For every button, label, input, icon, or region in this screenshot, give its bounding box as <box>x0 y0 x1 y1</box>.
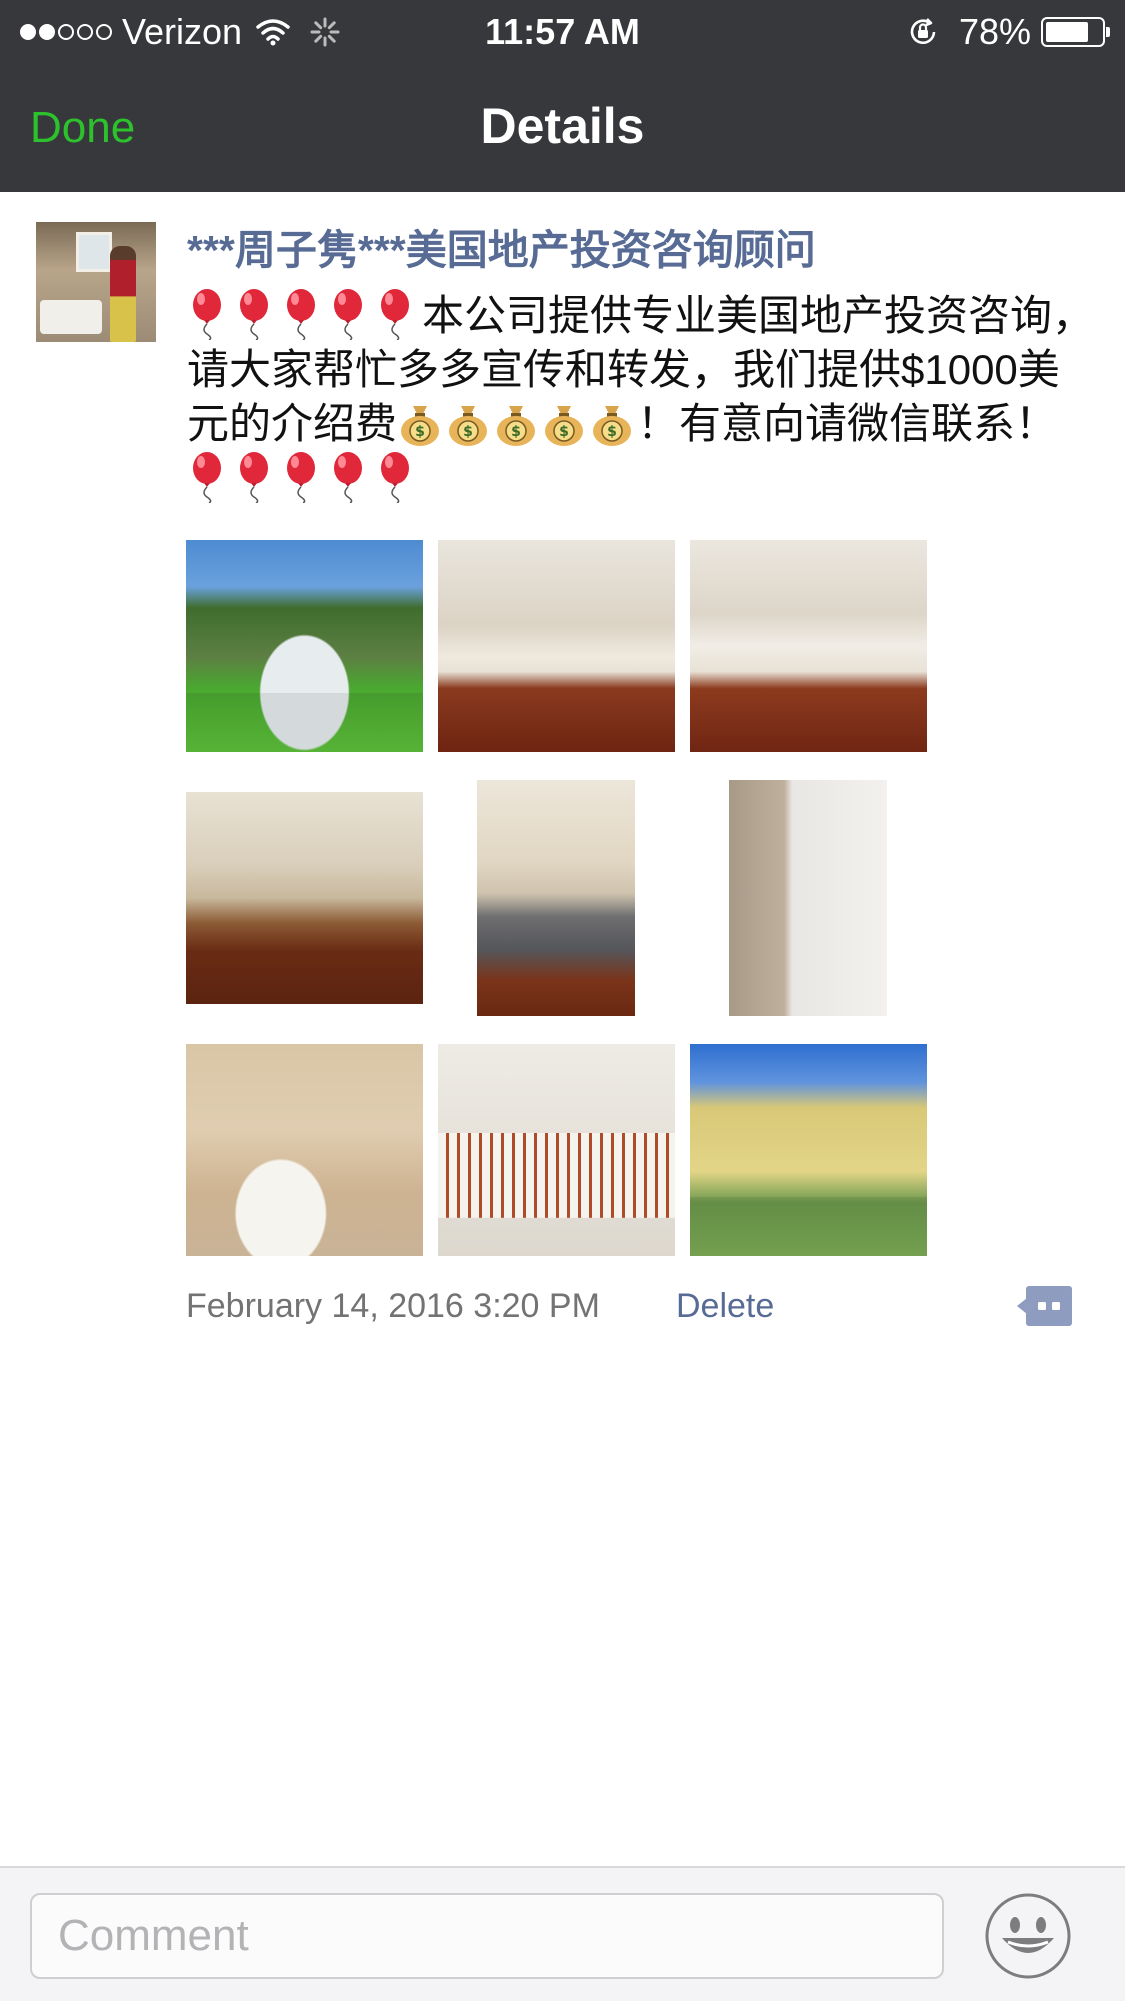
comment-input[interactable] <box>30 1893 944 1979</box>
battery-level-fill <box>1046 22 1089 42</box>
battery-nub <box>1106 27 1110 37</box>
moneybag-icon: $ <box>445 400 491 446</box>
status-right: 78% <box>907 10 1110 54</box>
balloon-emoji-group <box>187 289 422 341</box>
comment-action-icon[interactable] <box>1016 1284 1074 1328</box>
avatar[interactable] <box>36 222 156 342</box>
photo-bathroom-tub[interactable] <box>186 1044 423 1256</box>
photo-bathroom-shower[interactable] <box>729 780 887 1016</box>
balloon-icon <box>281 451 321 504</box>
balloon-icon <box>187 288 227 341</box>
moneybag-icon: $ <box>541 400 587 446</box>
photo-grid <box>186 540 928 1256</box>
balloon-icon <box>375 288 415 341</box>
svg-text:$: $ <box>559 424 569 440</box>
svg-text:$: $ <box>463 424 473 440</box>
avatar-person <box>110 246 136 342</box>
post-author-name[interactable]: ***周子隽***美国地产投资咨询顾问 <box>187 222 1087 278</box>
battery-percentage: 78% <box>958 11 1031 52</box>
top-bar: Verizon 11:57 AM 78% Done Details <box>0 0 1125 192</box>
balloon-icon <box>328 451 368 504</box>
photo-kitchen-range[interactable] <box>477 780 635 1016</box>
post-timestamp: February 14, 2016 3:20 PM <box>186 1287 600 1325</box>
photo-kitchen-wide[interactable] <box>690 540 927 752</box>
smiley-face-icon[interactable] <box>984 1892 1072 1980</box>
balloon-icon <box>187 451 227 504</box>
photo-kitchen-island[interactable] <box>438 540 675 752</box>
svg-text:$: $ <box>511 424 521 440</box>
photo-kitchen-counter[interactable] <box>186 792 423 1004</box>
balloon-icon <box>281 288 321 341</box>
moneybag-emoji-group: $ $ $ $ $ <box>397 400 637 447</box>
comment-bar <box>0 1866 1125 2001</box>
page-title: Details <box>480 98 645 154</box>
post-text: 本公司提供专业美国地产投资咨询，请大家帮忙多多宣传和转发，我们提供$1000美元… <box>187 288 1095 506</box>
post-text-part2: ！有意向请微信联系！ <box>637 400 1058 447</box>
balloon-icon <box>234 451 274 504</box>
photo-house-exterior-back[interactable] <box>690 1044 927 1256</box>
avatar-window <box>76 232 112 272</box>
rotation-lock-icon <box>910 18 936 45</box>
balloon-emoji-group <box>187 452 422 504</box>
photo-shade <box>186 692 423 752</box>
battery-icon <box>1041 17 1110 47</box>
delete-button[interactable]: Delete <box>676 1284 774 1328</box>
balloon-icon <box>234 288 274 341</box>
svg-text:$: $ <box>607 424 617 440</box>
moneybag-icon: $ <box>397 400 443 446</box>
balloon-icon <box>375 451 415 504</box>
balloon-icon <box>328 288 368 341</box>
avatar-bathtub <box>40 300 102 334</box>
moneybag-icon: $ <box>589 400 635 446</box>
moneybag-icon: $ <box>493 400 539 446</box>
svg-text:$: $ <box>415 424 425 440</box>
photo-house-exterior-front[interactable] <box>186 540 423 752</box>
photo-staircase[interactable] <box>438 1044 675 1256</box>
photo-shade <box>690 1196 927 1256</box>
